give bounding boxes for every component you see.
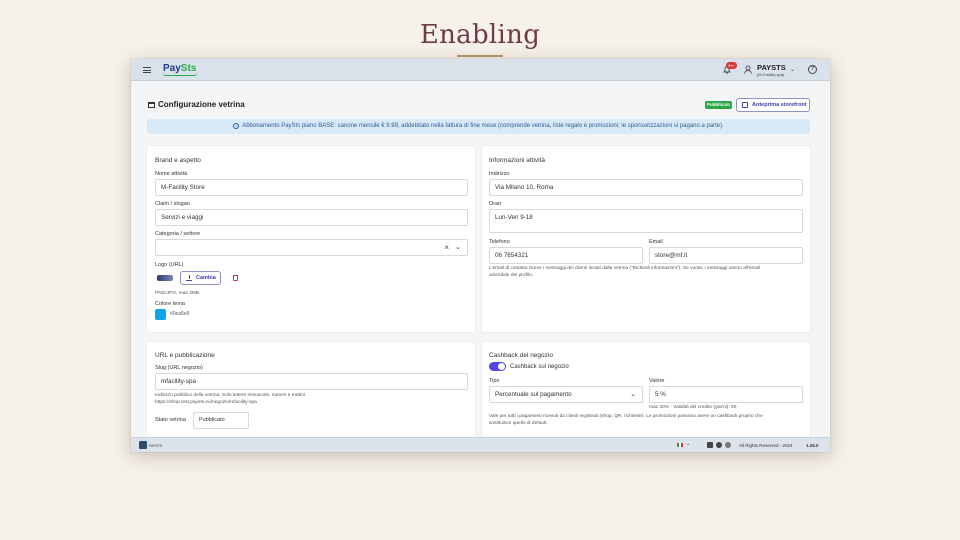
cashback-card-title: Cashback del negozio — [489, 352, 553, 359]
hours-textarea[interactable]: Lun-Ven 9-18 — [489, 209, 803, 233]
notification-badge: 99+ — [726, 62, 737, 69]
chevron-down-icon[interactable]: ⌄ — [630, 387, 636, 402]
cashback-description-line-2: sostituisce quello di default. — [489, 420, 548, 426]
type-select[interactable]: Percentuale sul pagamento ⌄ — [489, 386, 643, 403]
slide-title: Enabling — [419, 20, 541, 50]
chevron-down-icon[interactable]: ⌄ — [790, 66, 795, 73]
info-icon: i — [233, 123, 240, 129]
user-name[interactable]: PAYSTS — [757, 63, 786, 72]
slug-hint-line: Indirizzo pubblico della vetrina. Solo l… — [155, 393, 307, 398]
store-status-label: Stato vetrina — [155, 417, 186, 423]
value-label: Valore — [649, 378, 665, 384]
color-value: #0ea5e9 — [170, 311, 190, 317]
page-title: Configurazione vetrina — [148, 100, 245, 109]
cashback-toggle[interactable] — [489, 362, 506, 371]
footer: PAYSTS ⌄ All Rights Reserved - 2024 1.26… — [131, 437, 830, 452]
app-window: PaySts 99+ PAYSTS (M-Facility spa) ⌄ ? C… — [131, 59, 830, 452]
trash-icon[interactable] — [233, 275, 238, 281]
cashback-card: Cashback del negozio Cashback sul negozi… — [482, 342, 810, 437]
type-value: Percentuale sul pagamento — [495, 391, 572, 398]
user-company: (M-Facility spa) — [757, 72, 785, 77]
logo-label: Logo (URL) — [155, 262, 184, 268]
chevron-down-icon[interactable]: ⌄ — [455, 240, 461, 255]
clear-icon[interactable]: × — [444, 240, 449, 255]
version-text: 1.26.0 — [806, 443, 819, 448]
external-link-icon — [742, 102, 748, 108]
color-label: Colore tema — [155, 301, 185, 307]
phone-input[interactable]: 06 7654321 — [489, 247, 643, 264]
facebook-icon[interactable] — [716, 442, 722, 448]
claim-input[interactable]: Servizi e viaggi — [155, 209, 468, 226]
footer-logo — [139, 441, 147, 449]
preview-button-label: Anteprima storefront — [752, 102, 807, 108]
slug-url[interactable]: https://shop.test.paysts.eu/negozio/mfac… — [155, 400, 257, 405]
linkedin-icon[interactable] — [707, 442, 713, 448]
slug-input[interactable]: mfacility-spa — [155, 373, 468, 390]
info-banner: i Abbonamento PaySts piano BASE: canone m… — [147, 119, 810, 134]
status-badge: Pubblicato — [705, 101, 733, 109]
info-card: Informazioni attività Indirizzo Via Mila… — [482, 146, 810, 332]
change-button-label: Cambia — [196, 275, 216, 281]
store-status-select[interactable]: Pubblicato — [193, 412, 249, 429]
category-select[interactable]: × ⌄ — [155, 239, 468, 256]
top-navbar: PaySts 99+ PAYSTS (M-Facility spa) ⌄ ? — [131, 59, 830, 81]
address-label: Indirizzo — [489, 171, 510, 177]
upload-icon — [186, 275, 192, 281]
email-input[interactable]: store@mf.it — [649, 247, 803, 264]
category-label: Categoria / settore — [155, 231, 201, 237]
main-content: Configurazione vetrina Pubblicato Antepr… — [131, 81, 830, 437]
color-swatch[interactable] — [155, 309, 166, 320]
type-label: Tipo — [489, 378, 500, 384]
email-hint-line-1: L'email di contatto riceve i messaggi de… — [489, 266, 761, 271]
italy-flag-icon[interactable] — [677, 443, 683, 447]
store-icon — [148, 102, 155, 108]
menu-icon[interactable] — [143, 67, 151, 73]
phone-label: Telefono — [489, 239, 510, 245]
value-input[interactable]: 5 % — [649, 386, 803, 403]
address-input[interactable]: Via Milano 10, Roma — [489, 179, 803, 196]
brand-card: Brand e aspetto Nome attività M-Facility… — [147, 146, 475, 332]
logo-swoosh — [163, 73, 197, 76]
cashback-description-line-1: Vale per tutti i pagamenti ricevuti da c… — [489, 414, 763, 419]
logo-hint: PNG/JPG, max 3MB. — [155, 291, 201, 296]
chevron-down-icon[interactable]: ⌄ — [686, 441, 690, 447]
title-underline — [457, 55, 503, 57]
cashback-toggle-label: Cashback sul negozio — [510, 364, 569, 370]
globe-icon[interactable] — [725, 442, 731, 448]
email-label: Email — [649, 239, 663, 245]
brand-card-title: Brand e aspetto — [155, 157, 201, 164]
url-card: URL e pubblicazione Slug (URL negozio) m… — [147, 342, 475, 437]
slug-hint: Indirizzo pubblico della vetrina. Solo l… — [155, 393, 473, 406]
email-hint: L'email di contatto riceve i messaggi de… — [489, 266, 807, 279]
claim-label: Claim / slogan — [155, 201, 190, 207]
page-title-text: Configurazione vetrina — [158, 100, 245, 109]
value-hint: max 30% · Validità del credito (giorni):… — [649, 405, 737, 410]
info-banner-text: Abbonamento PaySts piano BASE: canone me… — [242, 123, 724, 129]
info-card-title: Informazioni attività — [489, 157, 545, 164]
copyright-text: All Rights Reserved - 2024 — [739, 443, 793, 448]
url-card-title: URL e pubblicazione — [155, 352, 215, 359]
preview-storefront-button[interactable]: Anteprima storefront — [736, 98, 810, 112]
footer-brand: PAYSTS — [149, 444, 163, 448]
email-hint-line-2: aziendale del profilo. — [489, 272, 534, 278]
cashback-description: Vale per tutti i pagamenti ricevuti da c… — [489, 414, 807, 427]
user-icon[interactable] — [744, 65, 752, 74]
change-logo-button[interactable]: Cambia — [180, 271, 221, 285]
help-icon[interactable]: ? — [808, 65, 817, 74]
hours-label: Orari — [489, 201, 502, 207]
name-input[interactable]: M-Facility Store — [155, 179, 468, 196]
name-label: Nome attività — [155, 171, 188, 177]
logo-preview — [157, 275, 173, 281]
slug-label: Slug (URL negozio) — [155, 365, 203, 371]
